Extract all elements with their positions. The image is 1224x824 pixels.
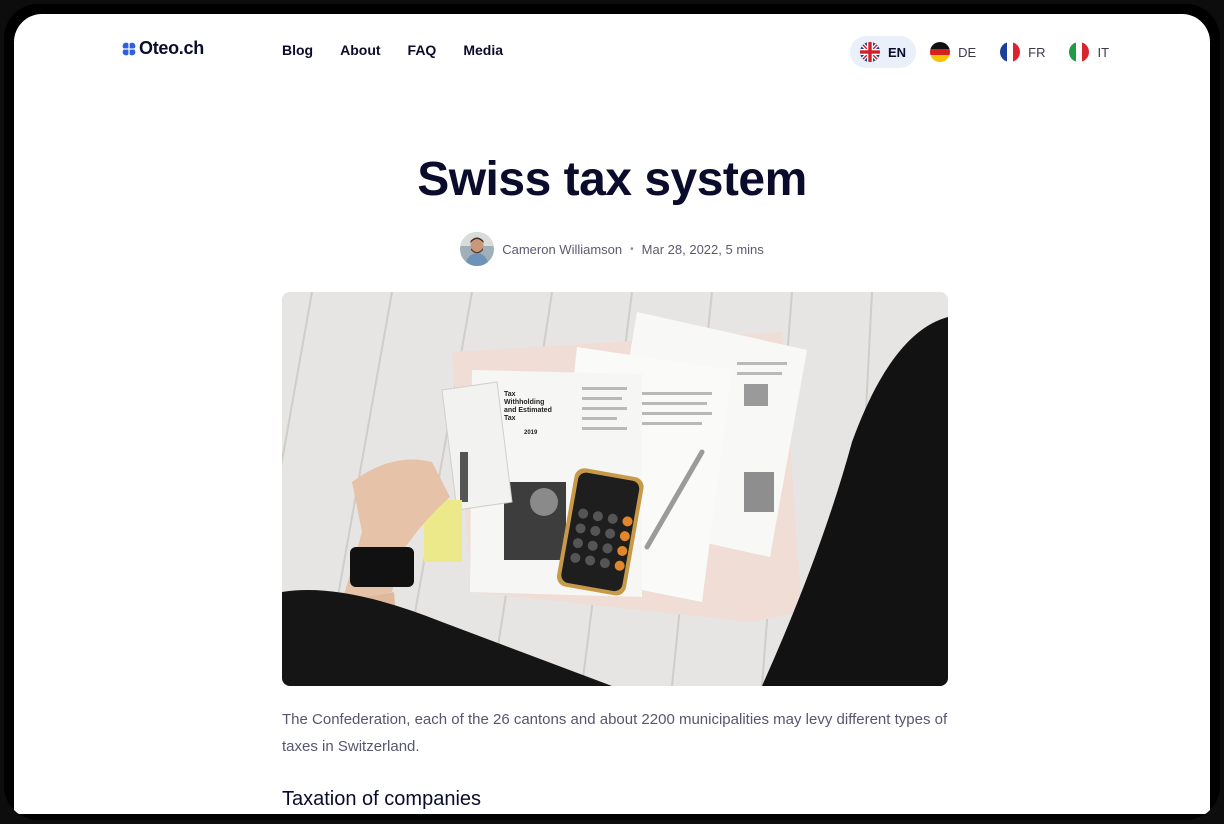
svg-text:2019: 2019 [524, 430, 538, 436]
nav-media[interactable]: Media [463, 42, 503, 58]
nav-faq[interactable]: FAQ [408, 42, 437, 58]
lang-fr-button[interactable]: FR [990, 36, 1055, 68]
germany-flag-icon [930, 42, 951, 62]
nav-about[interactable]: About [340, 42, 380, 58]
device-frame: Oteo.ch Blog About FAQ Media EN DE FR IT… [4, 4, 1220, 820]
lang-de-button[interactable]: DE [920, 36, 986, 68]
logo-icon [122, 41, 136, 56]
svg-text:Withholding: Withholding [504, 399, 544, 406]
nav-blog[interactable]: Blog [282, 42, 313, 58]
lang-fr-label: FR [1028, 44, 1046, 60]
lang-de-label: DE [958, 44, 977, 60]
article-intro: The Confederation, each of the 26 canton… [282, 711, 948, 755]
hero-image: Tax Withholding and Estimated Tax 2019 [282, 292, 948, 686]
main-nav: Blog About FAQ Media [282, 42, 503, 58]
italy-flag-icon [1069, 42, 1090, 62]
article-title: Swiss tax system [417, 153, 807, 206]
lang-en-button[interactable]: EN [850, 36, 917, 68]
author-name[interactable]: Cameron Williamson [502, 242, 622, 257]
author-avatar [460, 232, 495, 266]
publish-date: Mar 28, 2022, 5 mins [641, 241, 764, 257]
lang-it-label: IT [1097, 44, 1110, 60]
svg-text:Tax: Tax [504, 391, 516, 398]
lang-en-label: EN [888, 44, 907, 60]
hero-illustration: Tax Withholding and Estimated Tax 2019 [282, 292, 948, 686]
section-heading: Taxation of companies [282, 788, 482, 810]
browser-screen: Oteo.ch Blog About FAQ Media EN DE FR IT… [14, 14, 1210, 814]
svg-text:Tax: Tax [504, 415, 516, 422]
logo-text: Oteo.ch [139, 38, 204, 58]
meta-separator: • [630, 243, 634, 255]
uk-flag-icon [860, 42, 880, 62]
lang-it-button[interactable]: IT [1059, 36, 1119, 68]
france-flag-icon [1000, 42, 1021, 62]
svg-text:and Estimated: and Estimated [504, 407, 552, 414]
article-meta: Cameron Williamson • Mar 28, 2022, 5 min… [14, 232, 1210, 266]
logo[interactable]: Oteo.ch [122, 38, 204, 59]
language-switcher: EN DE FR IT [850, 36, 1119, 68]
